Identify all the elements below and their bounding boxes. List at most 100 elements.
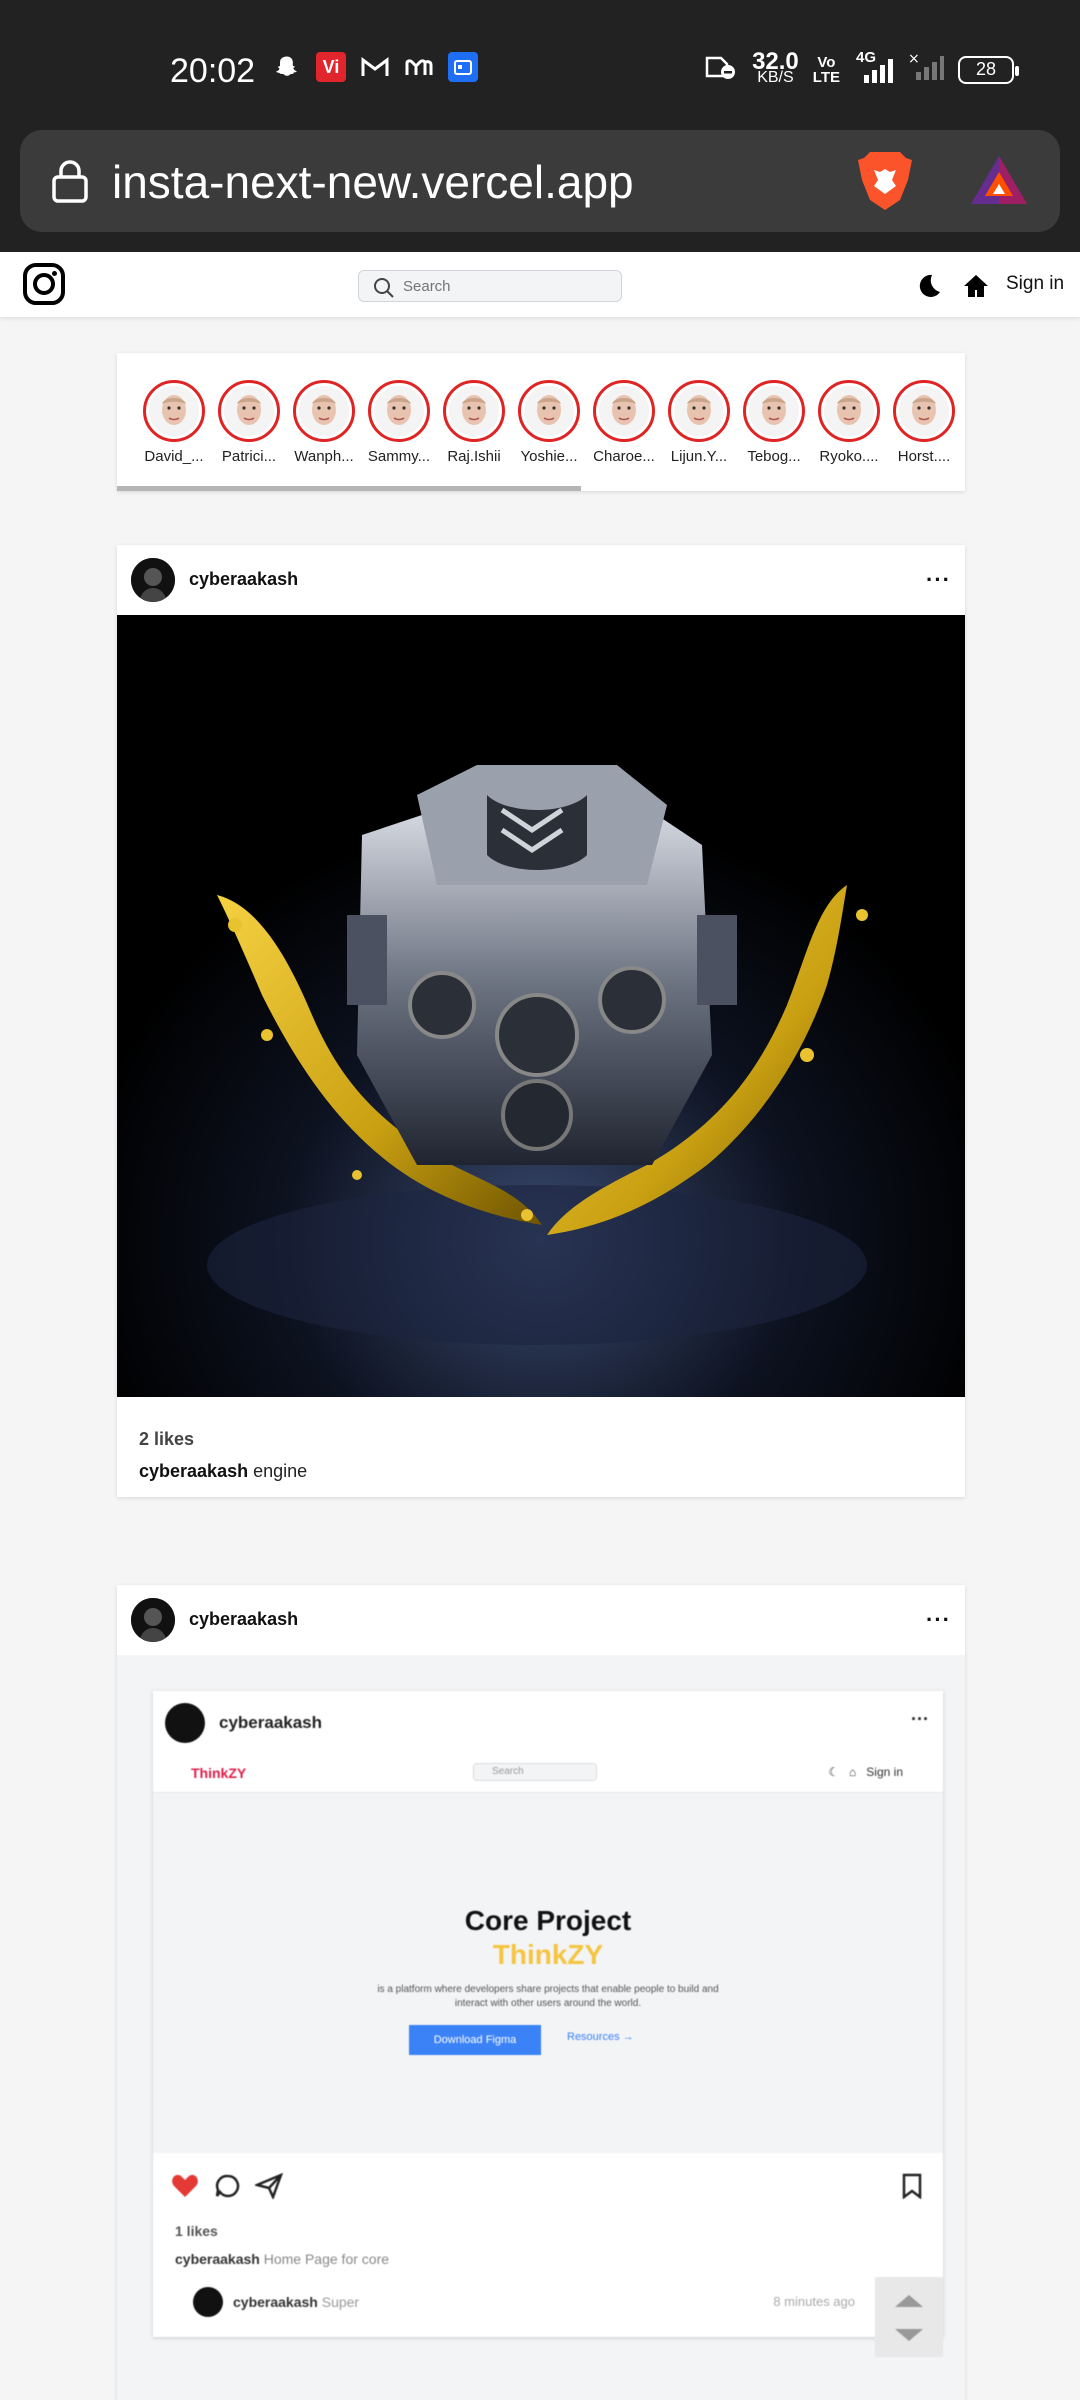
comment-text: cyberaakash Super (233, 2294, 360, 2310)
story-username: Horst.... (897, 448, 951, 465)
story-avatar[interactable] (443, 380, 505, 442)
story-item[interactable]: Charoe... (589, 380, 659, 465)
comment-icon (215, 2173, 241, 2204)
story-item[interactable]: Ryoko.... (814, 380, 884, 465)
story-item[interactable]: David_... (139, 380, 209, 465)
avatar-face-icon (149, 386, 199, 436)
story-username: Yoshie... (520, 448, 578, 465)
address-bar[interactable]: insta-next-new.vercel.app (20, 130, 1060, 232)
embedded-screenshot: cyberaakash ··· ThinkZY Search ☾ ⌂ Sign … (153, 1691, 943, 2357)
story-username: Ryoko.... (819, 448, 879, 465)
inner-action-row (153, 2153, 943, 2217)
story-avatar[interactable] (893, 380, 955, 442)
brave-shields-icon[interactable] (854, 148, 916, 219)
hero-description: is a platform where developers share pro… (377, 1984, 719, 2009)
post-caption: cyberaakash engine (139, 1461, 307, 1482)
post-username[interactable]: cyberaakash (189, 1609, 298, 1630)
lock-icon (48, 158, 92, 209)
more-options-button[interactable]: ··· (926, 567, 951, 593)
story-avatar[interactable] (143, 380, 205, 442)
share-icon (253, 2172, 284, 2204)
gmail-icon (360, 52, 390, 82)
inner-navbar: ThinkZY Search ☾ ⌂ Sign in (153, 1753, 943, 1793)
instagram-logo-icon[interactable] (22, 262, 66, 311)
post-card: cyberaakash ··· cyberaakash ··· ThinkZY … (117, 1585, 965, 2400)
story-avatar[interactable] (293, 380, 355, 442)
story-username: Patrici... (221, 448, 277, 465)
signal-4g-icon: 4G (854, 49, 894, 85)
avatar-face-icon (674, 386, 724, 436)
more-options-button[interactable]: ··· (926, 1607, 951, 1633)
story-username: David_... (144, 448, 204, 465)
brave-rewards-icon[interactable] (968, 152, 1030, 213)
avatar-face-icon (524, 386, 574, 436)
inner-caption: cyberaakash Home Page for core (175, 2251, 390, 2267)
post-card: cyberaakash ··· 2 likes cyberaakash engi… (117, 545, 965, 1497)
avatar-face-icon (449, 386, 499, 436)
inner-signin: Sign in (866, 1765, 903, 1779)
stories-scrollbar[interactable] (117, 486, 581, 491)
inner-post-footer: 1 likes cyberaakash Home Page for core (153, 2217, 943, 2277)
signal-no-service-icon: × (908, 51, 944, 87)
avatar-face-icon (599, 386, 649, 436)
caption-text: engine (253, 1461, 308, 1481)
story-username: Lijun.Y... (670, 448, 728, 465)
inner-home-icon: ⌂ (849, 1765, 857, 1779)
story-item[interactable]: Horst.... (889, 380, 959, 465)
story-username: Charoe... (593, 448, 655, 465)
inner-moon-icon: ☾ (828, 1765, 840, 1779)
system-status-icons: 32.0 KB/S Vo LTE 4G × 28 (704, 49, 1019, 87)
hero-brand: ThinkZY (492, 1939, 604, 1970)
story-item[interactable]: Wanph... (289, 380, 359, 465)
notification-icons: Vi (272, 52, 478, 82)
story-avatar[interactable] (743, 380, 805, 442)
story-item[interactable]: Yoshie... (514, 380, 584, 465)
story-item[interactable]: Lijun.Y... (664, 380, 734, 465)
medium-icon (404, 52, 434, 82)
story-item[interactable]: Raj.Ishii (439, 380, 509, 465)
avatar-face-icon (224, 386, 274, 436)
post-username[interactable]: cyberaakash (189, 569, 298, 590)
story-item[interactable]: Patrici... (214, 380, 284, 465)
inner-avatar (165, 1703, 205, 1743)
stories-bar: David_... Patrici... Wanph... Sammy... Raj.I… (117, 353, 965, 491)
inner-search: Search (473, 1763, 597, 1781)
comment-avatar (193, 2287, 223, 2317)
search-input[interactable] (403, 275, 603, 297)
hero-primary-button: Download Figma (409, 2025, 541, 2055)
browser-toolbar: insta-next-new.vercel.app (0, 130, 1080, 252)
inner-post-header: cyberaakash ··· (153, 1691, 943, 1753)
inner-username: cyberaakash (219, 1713, 323, 1732)
search-icon (373, 277, 395, 304)
url-text[interactable]: insta-next-new.vercel.app (112, 155, 634, 209)
svg-text:×: × (908, 52, 920, 67)
story-avatar[interactable] (518, 380, 580, 442)
home-icon[interactable] (962, 272, 990, 305)
inner-like-count: 1 likes (175, 2223, 218, 2239)
story-avatar[interactable] (593, 380, 655, 442)
avatar-face-icon (899, 386, 949, 436)
story-item[interactable]: Sammy... (364, 380, 434, 465)
snapchat-icon (272, 52, 302, 82)
story-username: Wanph... (294, 448, 354, 465)
avatar[interactable] (131, 1598, 175, 1642)
post-header: cyberaakash ··· (117, 1585, 965, 1655)
story-username: Raj.Ishii (447, 448, 501, 465)
caption-username[interactable]: cyberaakash (139, 1461, 248, 1481)
like-count: 2 likes (139, 1429, 195, 1449)
story-item[interactable]: Tebog... (739, 380, 809, 465)
story-avatar[interactable] (668, 380, 730, 442)
post-image: cyberaakash ··· ThinkZY Search ☾ ⌂ Sign … (117, 1655, 965, 2400)
data-saver-icon (704, 54, 738, 85)
status-time: 20:02 (170, 52, 256, 90)
avatar[interactable] (131, 558, 175, 602)
story-avatar[interactable] (218, 380, 280, 442)
vi-app-icon: Vi (316, 52, 346, 82)
sign-in-link[interactable]: Sign in (1006, 273, 1064, 295)
story-avatar[interactable] (368, 380, 430, 442)
avatar-face-icon (749, 386, 799, 436)
scroll-arrows (875, 2277, 943, 2357)
heart-icon (171, 2173, 199, 2204)
dark-mode-moon-icon[interactable] (914, 272, 942, 305)
story-avatar[interactable] (818, 380, 880, 442)
